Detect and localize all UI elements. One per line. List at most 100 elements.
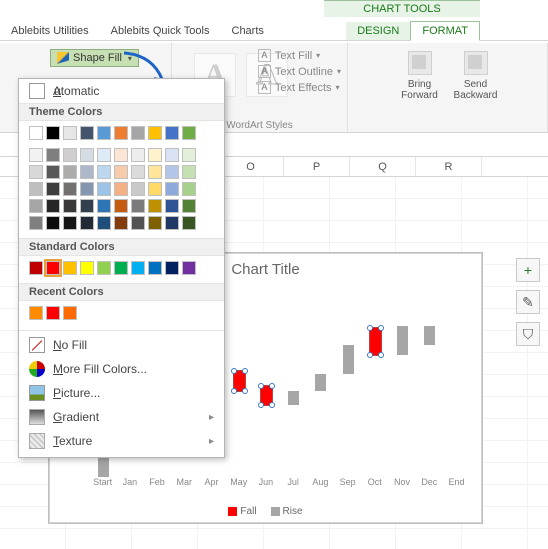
color-swatch[interactable] bbox=[148, 126, 162, 140]
color-swatch[interactable] bbox=[97, 148, 111, 162]
selection-handle[interactable] bbox=[258, 383, 264, 389]
picture-item[interactable]: Picture... bbox=[19, 381, 224, 405]
selection-handle[interactable] bbox=[378, 352, 384, 358]
color-swatch[interactable] bbox=[46, 165, 60, 179]
fall-bar[interactable] bbox=[370, 328, 381, 354]
color-swatch[interactable] bbox=[148, 148, 162, 162]
bring-forward-button[interactable]: Bring Forward bbox=[398, 49, 442, 118]
color-swatch[interactable] bbox=[114, 148, 128, 162]
color-swatch[interactable] bbox=[46, 182, 60, 196]
rise-bar[interactable] bbox=[343, 345, 354, 374]
color-swatch[interactable] bbox=[29, 165, 43, 179]
text-outline-button[interactable]: AText Outline▾ bbox=[258, 65, 341, 78]
chart-styles-button[interactable]: ✎ bbox=[516, 290, 540, 314]
rise-bar[interactable] bbox=[397, 326, 408, 355]
tab-ablebits-utilities[interactable]: Ablebits Utilities bbox=[0, 22, 100, 40]
color-swatch[interactable] bbox=[148, 165, 162, 179]
color-swatch[interactable] bbox=[46, 199, 60, 213]
color-swatch[interactable] bbox=[114, 199, 128, 213]
chart-filters-button[interactable]: ⛉ bbox=[516, 322, 540, 346]
chart-legend[interactable]: Fall Rise bbox=[49, 506, 482, 517]
tab-charts[interactable]: Charts bbox=[221, 22, 275, 40]
color-swatch[interactable] bbox=[29, 182, 43, 196]
color-swatch[interactable] bbox=[97, 216, 111, 230]
color-swatch[interactable] bbox=[97, 182, 111, 196]
selection-handle[interactable] bbox=[258, 402, 264, 408]
send-backward-button[interactable]: Send Backward bbox=[454, 49, 498, 118]
color-swatch[interactable] bbox=[63, 148, 77, 162]
color-swatch[interactable] bbox=[80, 182, 94, 196]
color-swatch[interactable] bbox=[182, 148, 196, 162]
color-swatch[interactable] bbox=[63, 199, 77, 213]
color-swatch[interactable] bbox=[80, 148, 94, 162]
color-swatch[interactable] bbox=[80, 261, 94, 275]
color-swatch[interactable] bbox=[29, 261, 43, 275]
color-swatch[interactable] bbox=[182, 199, 196, 213]
color-swatch[interactable] bbox=[165, 199, 179, 213]
column-header[interactable]: Q bbox=[350, 157, 416, 176]
color-swatch[interactable] bbox=[165, 216, 179, 230]
color-swatch[interactable] bbox=[29, 148, 43, 162]
column-header[interactable]: R bbox=[416, 157, 482, 176]
color-swatch[interactable] bbox=[80, 199, 94, 213]
color-swatch[interactable] bbox=[29, 126, 43, 140]
selection-handle[interactable] bbox=[378, 325, 384, 331]
color-swatch[interactable] bbox=[63, 126, 77, 140]
color-swatch[interactable] bbox=[63, 216, 77, 230]
color-swatch[interactable] bbox=[80, 165, 94, 179]
color-swatch[interactable] bbox=[114, 261, 128, 275]
color-swatch[interactable] bbox=[97, 165, 111, 179]
color-swatch[interactable] bbox=[80, 216, 94, 230]
color-swatch[interactable] bbox=[63, 182, 77, 196]
color-swatch[interactable] bbox=[29, 199, 43, 213]
tab-format[interactable]: FORMAT bbox=[410, 21, 480, 41]
color-swatch[interactable] bbox=[29, 216, 43, 230]
selection-handle[interactable] bbox=[269, 402, 275, 408]
shape-fill-button[interactable]: Shape Fill ▾ bbox=[50, 49, 139, 67]
color-swatch[interactable] bbox=[63, 306, 77, 320]
color-swatch[interactable] bbox=[131, 182, 145, 196]
column-header[interactable]: O bbox=[218, 157, 284, 176]
rise-bar[interactable] bbox=[288, 391, 299, 405]
color-swatch[interactable] bbox=[182, 216, 196, 230]
color-swatch[interactable] bbox=[182, 126, 196, 140]
color-swatch[interactable] bbox=[182, 165, 196, 179]
legend-rise[interactable]: Rise bbox=[271, 506, 303, 517]
color-swatch[interactable] bbox=[148, 261, 162, 275]
selection-handle[interactable] bbox=[242, 368, 248, 374]
fall-bar[interactable] bbox=[234, 371, 245, 390]
color-swatch[interactable] bbox=[131, 199, 145, 213]
color-swatch[interactable] bbox=[165, 165, 179, 179]
color-swatch[interactable] bbox=[114, 216, 128, 230]
color-swatch[interactable] bbox=[97, 261, 111, 275]
selection-handle[interactable] bbox=[269, 383, 275, 389]
color-swatch[interactable] bbox=[182, 182, 196, 196]
selection-handle[interactable] bbox=[231, 368, 237, 374]
legend-fall[interactable]: Fall bbox=[228, 506, 256, 517]
text-fill-button[interactable]: AText Fill▾ bbox=[258, 49, 341, 62]
color-swatch[interactable] bbox=[46, 216, 60, 230]
color-swatch[interactable] bbox=[131, 126, 145, 140]
color-swatch[interactable] bbox=[114, 126, 128, 140]
color-swatch[interactable] bbox=[63, 165, 77, 179]
color-swatch[interactable] bbox=[97, 126, 111, 140]
texture-item[interactable]: Texture ▸ bbox=[19, 429, 224, 453]
automatic-item[interactable]: Automatic bbox=[19, 79, 224, 103]
tab-ablebits-quick[interactable]: Ablebits Quick Tools bbox=[100, 22, 221, 40]
selection-handle[interactable] bbox=[367, 325, 373, 331]
color-swatch[interactable] bbox=[131, 148, 145, 162]
chart-elements-button[interactable]: + bbox=[516, 258, 540, 282]
color-swatch[interactable] bbox=[148, 199, 162, 213]
no-fill-item[interactable]: No Fill bbox=[19, 333, 224, 357]
color-swatch[interactable] bbox=[131, 261, 145, 275]
more-colors-item[interactable]: More Fill Colors... bbox=[19, 357, 224, 381]
selection-handle[interactable] bbox=[367, 352, 373, 358]
rise-bar[interactable] bbox=[424, 326, 435, 345]
color-swatch[interactable] bbox=[165, 126, 179, 140]
column-header[interactable]: P bbox=[284, 157, 350, 176]
color-swatch[interactable] bbox=[46, 126, 60, 140]
color-swatch[interactable] bbox=[46, 261, 60, 275]
rise-bar[interactable] bbox=[315, 374, 326, 391]
color-swatch[interactable] bbox=[148, 216, 162, 230]
gradient-item[interactable]: Gradient ▸ bbox=[19, 405, 224, 429]
